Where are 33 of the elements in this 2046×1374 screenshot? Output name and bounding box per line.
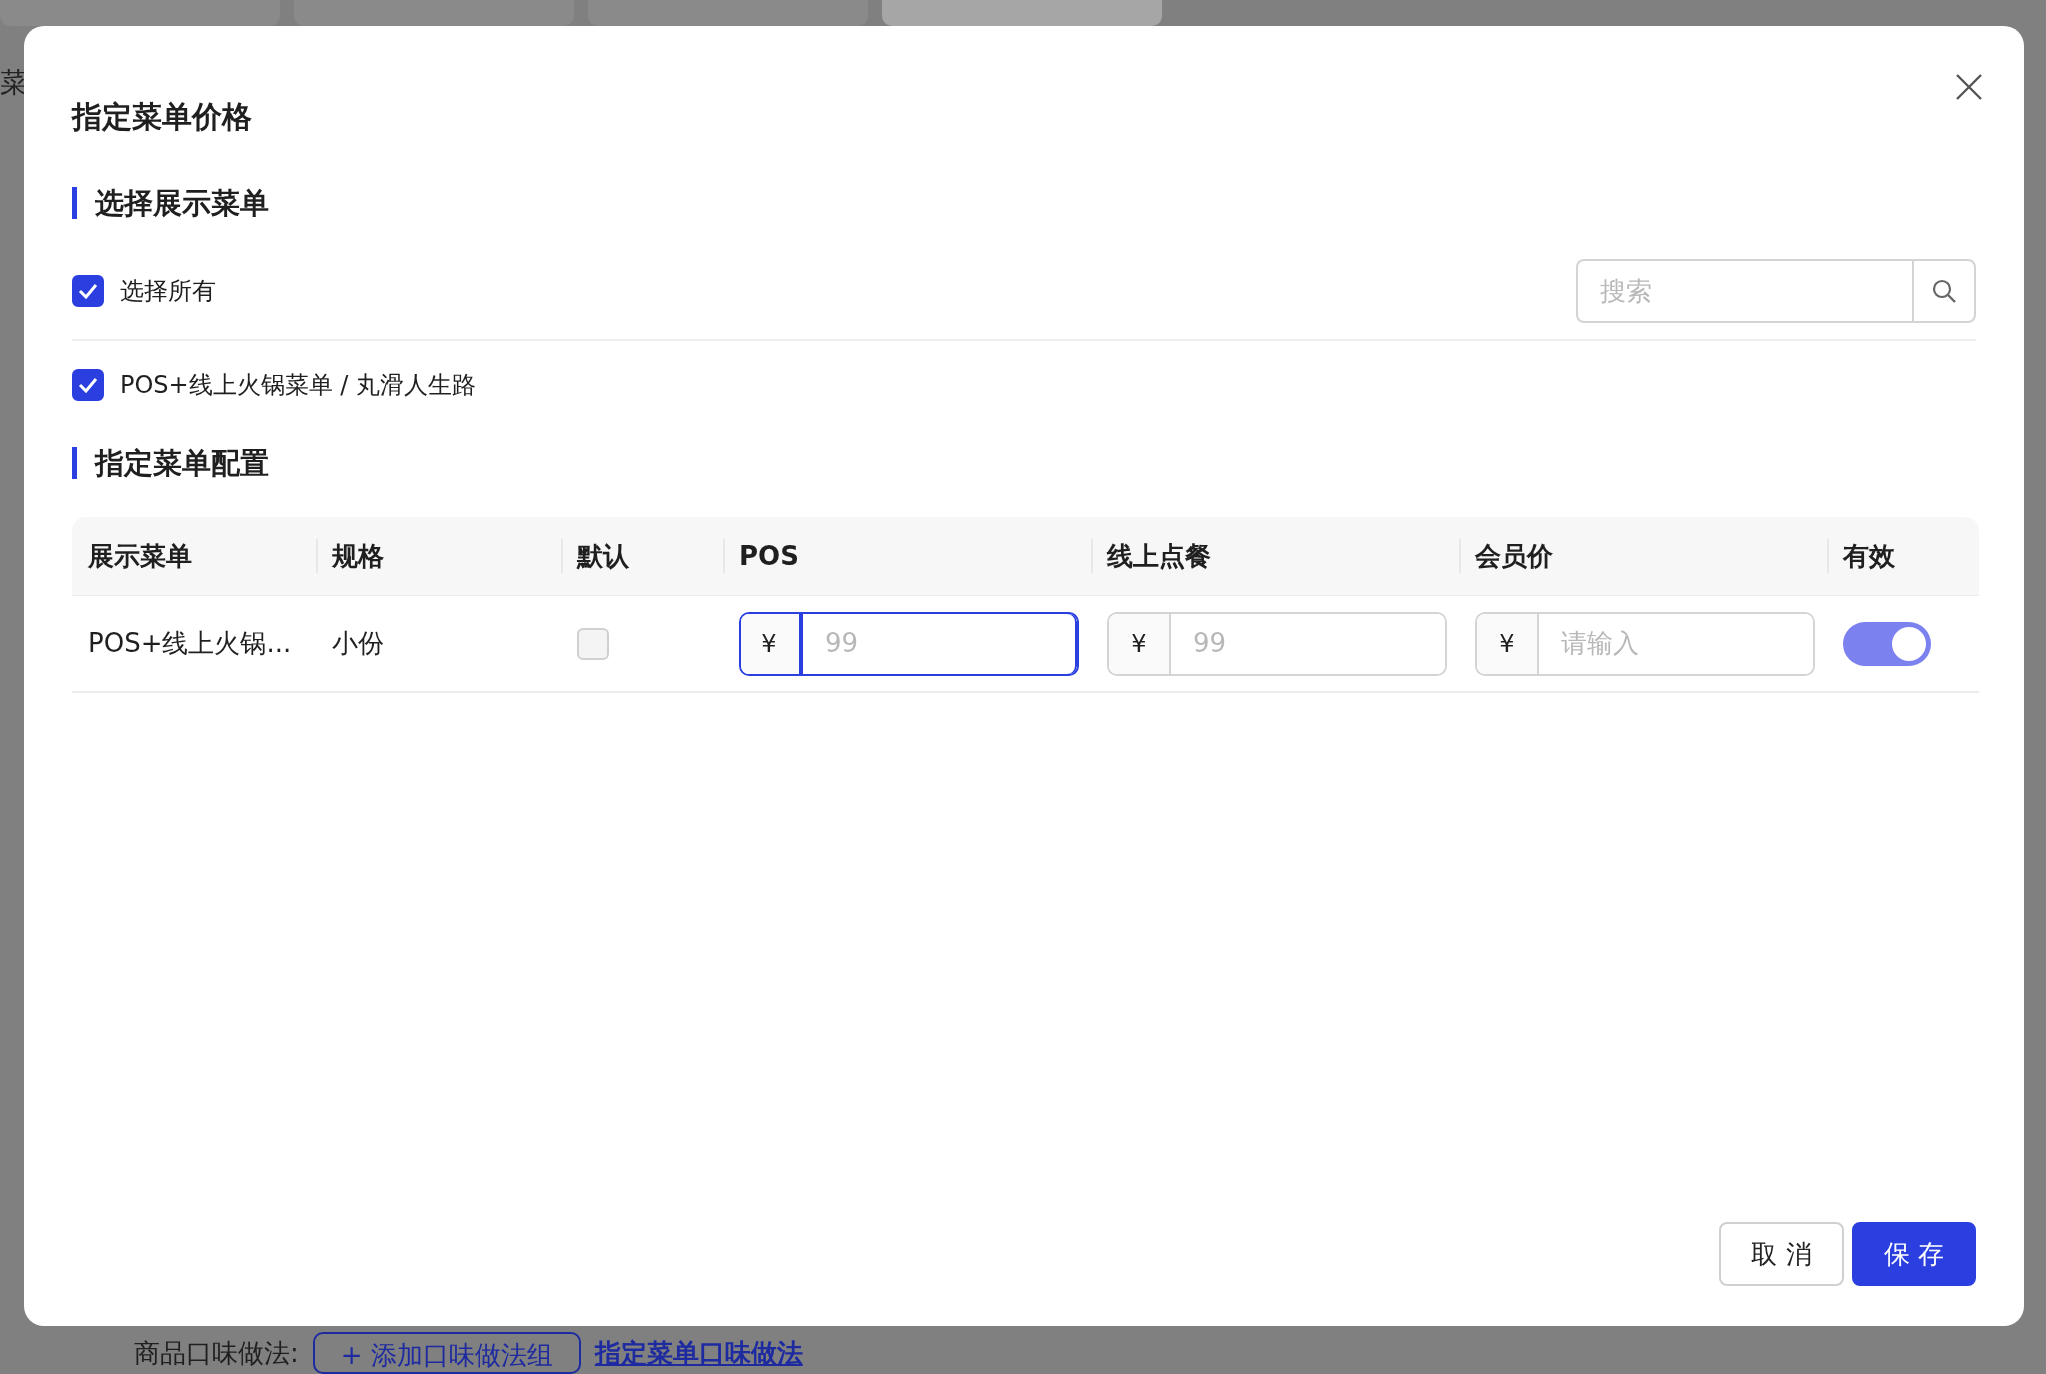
checkbox[interactable]: [72, 275, 104, 307]
column-header: 默认: [561, 517, 723, 595]
cancel-button[interactable]: 取 消: [1719, 1222, 1844, 1286]
save-button[interactable]: 保 存: [1851, 1222, 1976, 1286]
currency-prefix: ¥: [1109, 613, 1171, 674]
currency-prefix: ¥: [1477, 613, 1539, 674]
search-icon: [1931, 278, 1957, 304]
search-field[interactable]: 搜索: [1576, 259, 1912, 323]
currency-prefix: ¥: [741, 613, 801, 674]
column-header: POS: [723, 517, 1091, 595]
search-button[interactable]: [1912, 259, 1976, 323]
section-heading: 指定菜单配置: [72, 447, 1976, 479]
column-header: 展示菜单: [72, 517, 316, 595]
checkbox[interactable]: [72, 369, 104, 401]
check-icon: [78, 283, 98, 299]
table-cell: 小份: [316, 595, 561, 693]
column-header: 规格: [316, 517, 561, 595]
table-cell: POS+线上火锅...: [72, 595, 316, 693]
column-header: 会员价: [1459, 517, 1827, 595]
dialog-title: 指定菜单价格: [72, 98, 253, 136]
column-header: 线上点餐: [1091, 517, 1459, 595]
toggle-switch[interactable]: [1843, 621, 1931, 666]
price-field[interactable]: ¥ 请输入: [1475, 611, 1815, 676]
section-heading: 选择展示菜单: [72, 187, 1976, 219]
checkbox-label: 选择所有: [120, 276, 216, 307]
checkbox-label: POS+线上火锅菜单 / 丸滑人生路: [120, 370, 477, 401]
field-label: 商品口味做法:: [134, 1336, 299, 1370]
column-header: 有效: [1827, 517, 1979, 595]
check-icon: [78, 377, 98, 393]
price-field[interactable]: ¥ 99: [739, 611, 1079, 676]
price-field[interactable]: ¥ 99: [1107, 611, 1447, 676]
close-icon: [1954, 72, 1984, 102]
section-label: 菜: [0, 65, 28, 101]
